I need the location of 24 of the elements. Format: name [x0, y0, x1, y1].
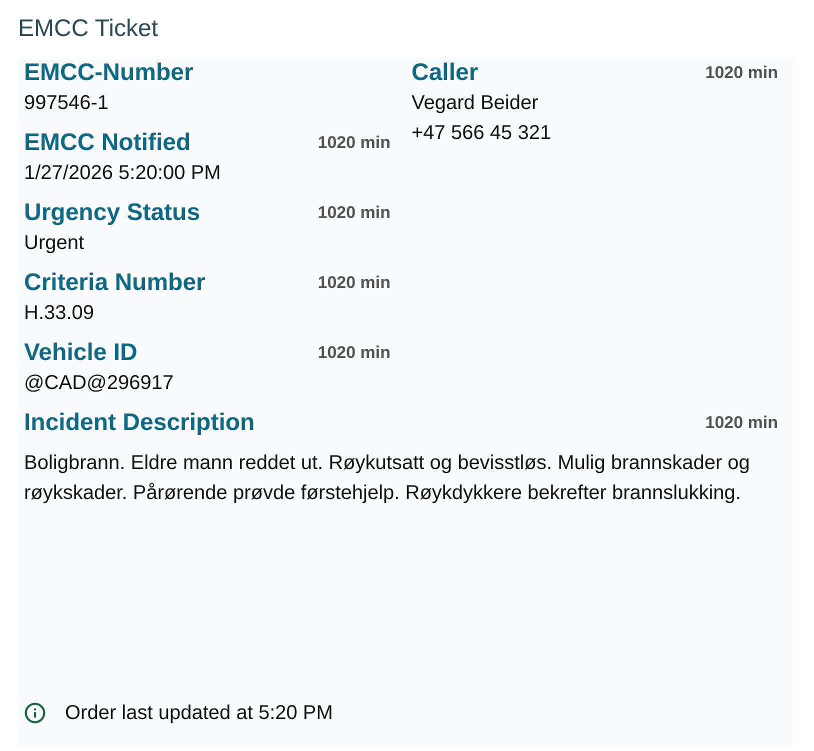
elapsed-time: 1020 min	[318, 132, 390, 154]
incident-description: Boligbrann. Eldre mann reddet ut. Røykutsatt og bevisstløs. Mulig brannskader og røykskader. Pårørende prøvde førstehjelp. Røykdykkere bekrefter brannslukking.	[24, 451, 751, 506]
info-icon	[24, 702, 46, 724]
field-label: Urgency Status	[24, 198, 200, 228]
field-value: Vegard Beider	[412, 91, 538, 116]
field-value: 1/27/2026 5:20:00 PM	[24, 161, 221, 186]
footer-status: Order last updated at 5:20 PM	[65, 701, 333, 726]
elapsed-time: 1020 min	[318, 202, 390, 224]
field-label: Caller	[412, 58, 478, 88]
elapsed-time: 1020 min	[318, 272, 390, 294]
elapsed-time: 1020 min	[705, 412, 778, 434]
elapsed-time: 1020 min	[318, 342, 390, 364]
ticket-title: EMCC Ticket	[18, 14, 158, 44]
field-label: EMCC Notified	[24, 128, 191, 158]
field-value: +47 566 45 321	[412, 121, 552, 146]
section-title: Incident Description	[24, 408, 255, 438]
field-value: H.33.09	[24, 301, 94, 326]
elapsed-time: 1020 min	[705, 62, 778, 84]
field-label: EMCC-Number	[24, 58, 194, 88]
field-value: @CAD@296917	[24, 371, 174, 396]
field-label: Vehicle ID	[24, 338, 138, 368]
field-value: Urgent	[24, 231, 84, 256]
field-value: 997546-1	[24, 91, 109, 116]
field-label: Criteria Number	[24, 268, 206, 298]
